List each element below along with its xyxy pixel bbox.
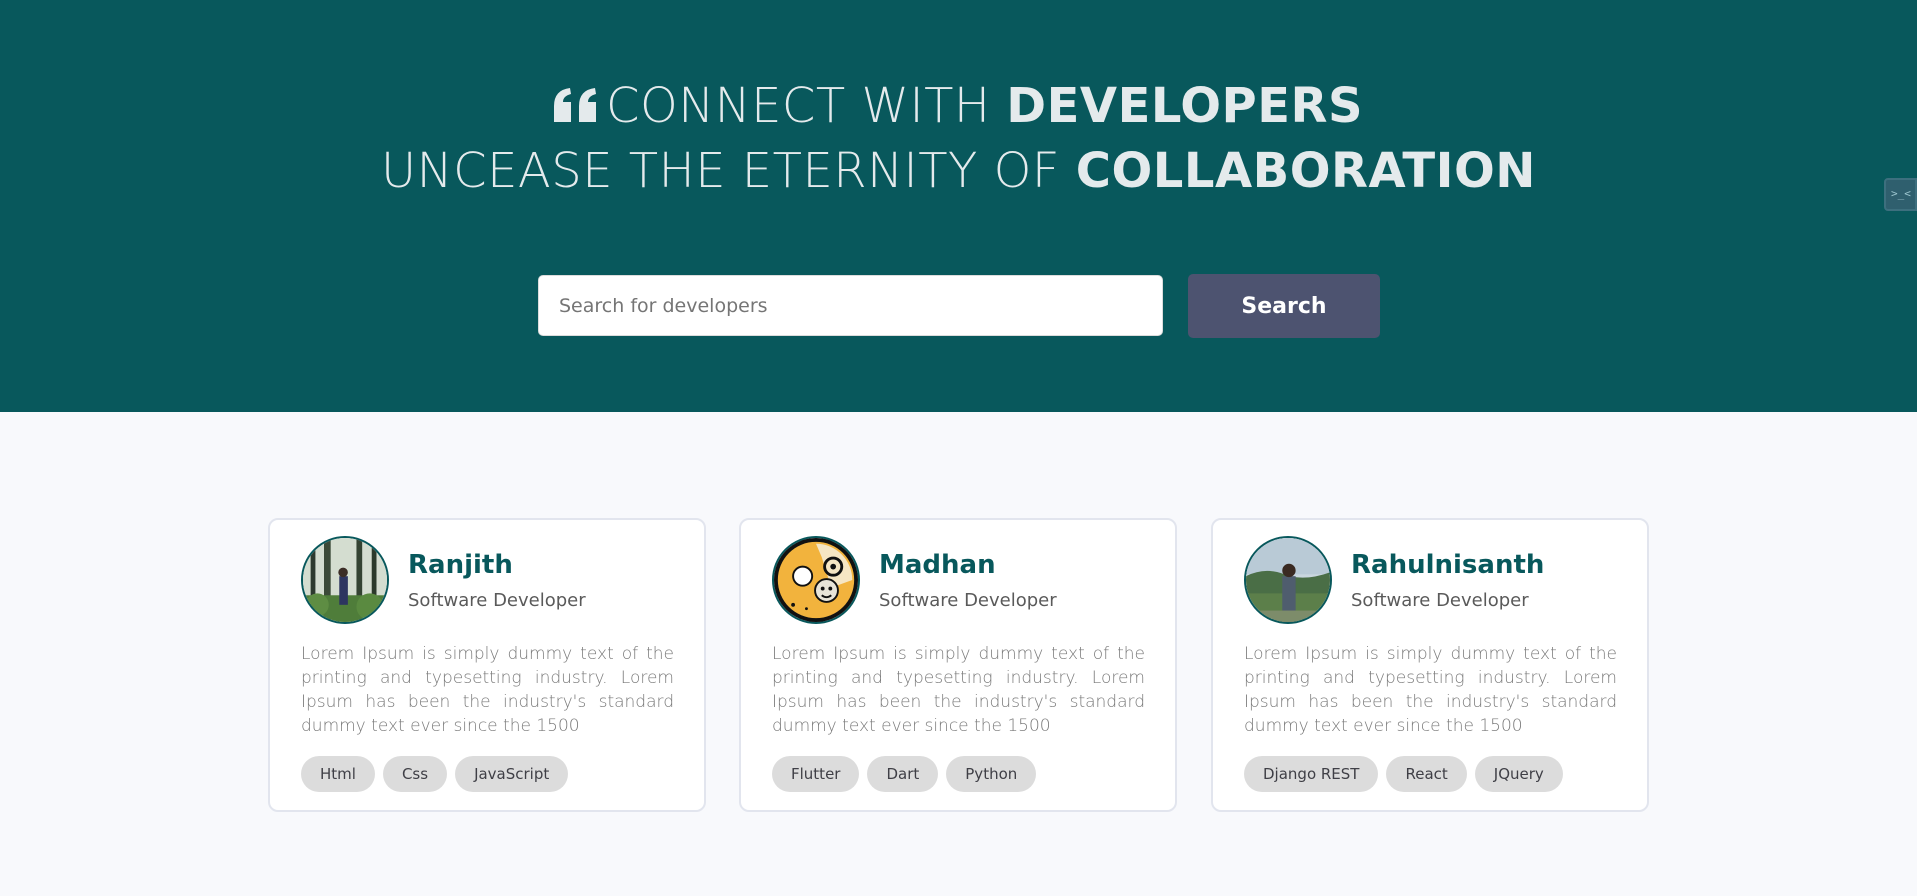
developer-name[interactable]: Rahulnisanth <box>1351 550 1544 580</box>
hero-banner: CONNECT WITH DEVELOPERS UNCEASE THE ETER… <box>0 0 1917 412</box>
developer-bio: Lorem Ipsum is simply dummy text of the … <box>301 644 674 736</box>
search-button[interactable]: Search <box>1188 274 1380 338</box>
skill-tags: Flutter Dart Python <box>772 756 1037 792</box>
developer-card[interactable]: Ranjith Software Developer Lorem Ipsum i… <box>268 518 706 812</box>
developer-bio: Lorem Ipsum is simply dummy text of the … <box>1244 644 1617 736</box>
hero-line2-text: UNCEASE THE ETERNITY OF <box>381 143 1060 199</box>
skill-tag[interactable]: Python <box>946 756 1037 792</box>
developer-role: Software Developer <box>1351 590 1529 611</box>
landscape-photo-avatar <box>1244 536 1332 624</box>
hero-line2-bold: COLLABORATION <box>1075 143 1536 199</box>
cartoon-avatar <box>772 536 860 624</box>
skill-tag[interactable]: Dart <box>867 756 939 792</box>
developer-bio: Lorem Ipsum is simply dummy text of the … <box>772 644 1145 736</box>
code-icon[interactable]: >_< <box>1884 178 1917 211</box>
skill-tag[interactable]: JavaScript <box>455 756 569 792</box>
skill-tag[interactable]: Django REST <box>1244 756 1379 792</box>
skill-tag[interactable]: JQuery <box>1474 756 1563 792</box>
skill-tags: Html Css JavaScript <box>301 756 569 792</box>
developer-card[interactable]: Rahulnisanth Software Developer Lorem Ip… <box>1211 518 1649 812</box>
skill-tag[interactable]: React <box>1386 756 1467 792</box>
developer-role: Software Developer <box>408 590 586 611</box>
developer-name[interactable]: Madhan <box>879 550 996 580</box>
hero-line1-text: CONNECT WITH <box>605 78 991 134</box>
skill-tag[interactable]: Flutter <box>772 756 860 792</box>
forest-photo-avatar <box>301 536 389 624</box>
hero-heading-line1: CONNECT WITH DEVELOPERS <box>0 78 1917 134</box>
skill-tag[interactable]: Html <box>301 756 375 792</box>
hero-line1-bold: DEVELOPERS <box>1006 78 1364 134</box>
skill-tag[interactable]: Css <box>382 756 448 792</box>
side-widget-glyph: >_< <box>1891 187 1911 200</box>
quote-left-icon <box>553 78 600 134</box>
developer-card[interactable]: Madhan Software Developer Lorem Ipsum is… <box>739 518 1177 812</box>
search-input[interactable] <box>538 275 1163 336</box>
hero-heading-line2: UNCEASE THE ETERNITY OF COLLABORATION <box>0 143 1917 199</box>
developer-role: Software Developer <box>879 590 1057 611</box>
developer-name[interactable]: Ranjith <box>408 550 513 580</box>
skill-tags: Django REST React JQuery <box>1244 756 1563 792</box>
